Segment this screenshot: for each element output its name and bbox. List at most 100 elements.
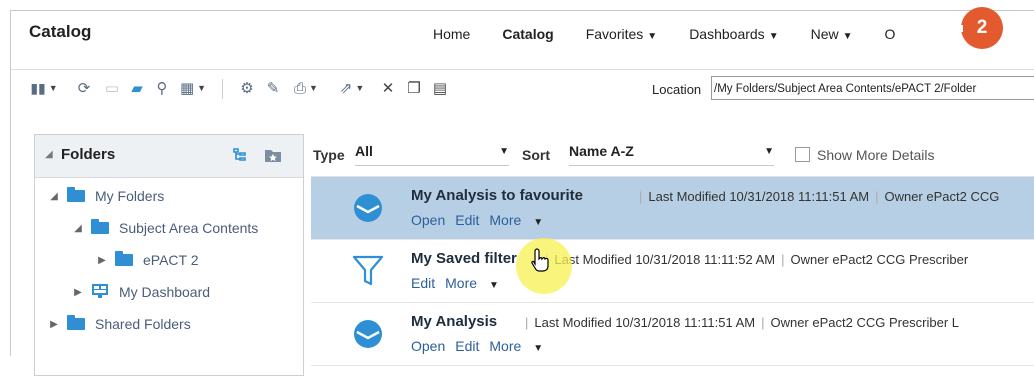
expanded-icon[interactable]: ◢: [47, 191, 61, 202]
table-icon: ▦: [179, 80, 195, 97]
copy-button[interactable]: ❐: [403, 77, 425, 99]
item-owner: Owner ePact2 CCG: [884, 189, 1000, 204]
item-modified: Last Modified 10/31/2018 11:11:51 AM: [648, 189, 870, 204]
nav-new[interactable]: New ▼: [795, 26, 869, 42]
chevron-down-icon: ▼: [533, 343, 544, 354]
type-select[interactable]: All ▼: [355, 143, 509, 166]
item-actions: Edit More ▼: [411, 275, 519, 291]
nav-favorites[interactable]: Favorites ▼: [570, 26, 673, 42]
favorite-folder-icon[interactable]: [264, 147, 282, 166]
close-icon: ✕: [381, 80, 395, 97]
copy-icon: ❐: [407, 80, 421, 97]
toolbar-divider: [222, 79, 223, 99]
paste-button[interactable]: ▤: [429, 77, 451, 99]
open-link[interactable]: Open: [411, 212, 445, 228]
analysis-icon: [351, 317, 385, 351]
export-button[interactable]: ⇗ ▼: [335, 77, 369, 99]
tree-item-label: My Dashboard: [119, 284, 211, 300]
nav-dashboards[interactable]: Dashboards ▼: [673, 26, 794, 42]
more-link[interactable]: More ▼: [489, 338, 553, 354]
tree-view-icon[interactable]: [232, 147, 248, 166]
type-label: Type: [313, 147, 345, 163]
tree-item-epact-2[interactable]: ▶ ePACT 2: [95, 249, 199, 271]
folders-panel: ◢ Folders ◢ My Folders ◢ Subject Area Co…: [34, 134, 304, 376]
toolbar: ▮▮ ▼ ⟳ ▭ ▰ ⚲ ▦ ▼ ⚙ ✎ ⎙ ▼ ⇗ ▼ ✕ ❐ ▤ Location …: [11, 69, 1034, 104]
expanded-icon[interactable]: ◢: [71, 223, 85, 234]
show-more-details-label: Show More Details: [817, 147, 935, 163]
chevron-down-icon: ▼: [768, 30, 779, 42]
view-mode-button[interactable]: ▮▮ ▼: [27, 77, 61, 99]
collapsed-icon[interactable]: ▶: [71, 287, 85, 298]
new-folder-button[interactable]: ▭: [101, 77, 123, 99]
sort-select[interactable]: Name A-Z ▼: [569, 143, 774, 166]
chevron-down-icon: ▼: [499, 146, 509, 157]
catalog-list: Type All ▼ Sort Name A-Z ▼ Show More Det…: [311, 134, 1034, 374]
chevron-down-icon: ▼: [489, 280, 499, 291]
tree-item-subject-area-contents[interactable]: ◢ Subject Area Contents: [71, 217, 258, 239]
collapsed-icon[interactable]: ▶: [95, 255, 109, 266]
step-badge: 2: [953, 7, 1003, 49]
global-nav: Home Catalog Favorites ▼ Dashboards ▼ New ▼…: [417, 11, 911, 56]
list-item[interactable]: My Analysis | Last Modified 10/31/2018 11…: [311, 303, 1034, 366]
refresh-button[interactable]: ⟳: [73, 77, 95, 99]
tree-item-shared-folders[interactable]: ▶ Shared Folders: [47, 313, 191, 335]
search-button[interactable]: ⚲: [151, 77, 173, 99]
nav-open-label: O: [884, 25, 896, 42]
item-meta: | Last Modified 10/31/2018 11:11:51 AM | Ow…: [525, 315, 960, 330]
item-actions: Open Edit More ▼: [411, 338, 563, 354]
item-name[interactable]: My Analysis to favourite: [411, 187, 583, 204]
item-owner: Owner ePact2 CCG Prescriber L: [770, 315, 960, 330]
tree-item-label: ePACT 2: [143, 252, 199, 268]
open-link[interactable]: Open: [411, 338, 445, 354]
list-item[interactable]: My Saved filter |Last Modified 10/31/201…: [311, 240, 1034, 303]
chevron-down-icon: ▼: [842, 30, 853, 42]
bar-chart-icon: ▮▮: [30, 79, 46, 96]
edit-link[interactable]: Edit: [455, 212, 479, 228]
item-meta: |Last Modified 10/31/2018 11:11:52 AM|Ow…: [545, 252, 969, 267]
more-label: More: [489, 212, 522, 228]
item-name[interactable]: My Saved filter: [411, 250, 517, 267]
item-modified: Last Modified 10/31/2018 11:11:52 AM: [554, 252, 776, 267]
item-owner: Owner ePact2 CCG Prescriber: [790, 252, 969, 267]
list-item[interactable]: My Analysis to favourite | Last Modified …: [311, 177, 1034, 240]
chevron-down-icon: ▼: [647, 30, 658, 42]
more-label: More: [445, 275, 478, 291]
show-more-details-checkbox[interactable]: [795, 147, 810, 162]
folder-icon: [115, 251, 133, 266]
folders-panel-header[interactable]: ◢ Folders: [35, 135, 303, 178]
filter-bar: Type All ▼ Sort Name A-Z ▼ Show More Det…: [311, 134, 1034, 177]
sort-value: Name A-Z: [569, 143, 634, 159]
nav-dashboards-label: Dashboards: [689, 25, 765, 42]
pencil-icon: ✎: [266, 80, 280, 97]
nav-favorites-label: Favorites: [585, 25, 644, 42]
more-link[interactable]: More ▼: [489, 212, 553, 228]
nav-catalog[interactable]: Catalog: [486, 26, 569, 42]
print-icon: ⎙: [294, 79, 307, 97]
tree-item-label: Shared Folders: [95, 316, 191, 332]
open-folder-button[interactable]: ▰: [126, 77, 148, 99]
edit-link[interactable]: Edit: [411, 275, 435, 291]
folders-panel-title: Folders: [61, 146, 116, 163]
dashboard-icon: [91, 283, 109, 302]
edit-link[interactable]: Edit: [455, 338, 479, 354]
chevron-down-icon: ▼: [355, 83, 365, 93]
print-button[interactable]: ⎙ ▼: [289, 77, 323, 99]
location-field[interactable]: /My Folders/Subject Area Contents/ePACT …: [711, 76, 1034, 100]
item-name[interactable]: My Analysis: [411, 313, 497, 330]
delete-button[interactable]: ✕: [377, 77, 399, 99]
type-value: All: [355, 143, 373, 159]
collapse-icon[interactable]: ◢: [45, 149, 53, 160]
edit-button[interactable]: ✎: [262, 77, 284, 99]
nav-home[interactable]: Home: [417, 26, 486, 42]
chevron-down-icon: ▼: [48, 83, 58, 93]
nav-new-label: New: [810, 25, 839, 42]
tree-item-my-dashboard[interactable]: ▶ My Dashboard: [71, 281, 210, 303]
view-options-button[interactable]: ▦ ▼: [176, 77, 210, 99]
collapsed-icon[interactable]: ▶: [47, 319, 61, 330]
nav-open[interactable]: O: [869, 26, 912, 42]
tree-item-my-folders[interactable]: ◢ My Folders: [47, 185, 164, 207]
properties-button[interactable]: ⚙: [236, 77, 258, 99]
folder-icon: [91, 219, 109, 234]
item-meta: | Last Modified 10/31/2018 11:11:51 AM | Ow…: [639, 189, 1000, 204]
more-link[interactable]: More ▼: [445, 275, 509, 291]
